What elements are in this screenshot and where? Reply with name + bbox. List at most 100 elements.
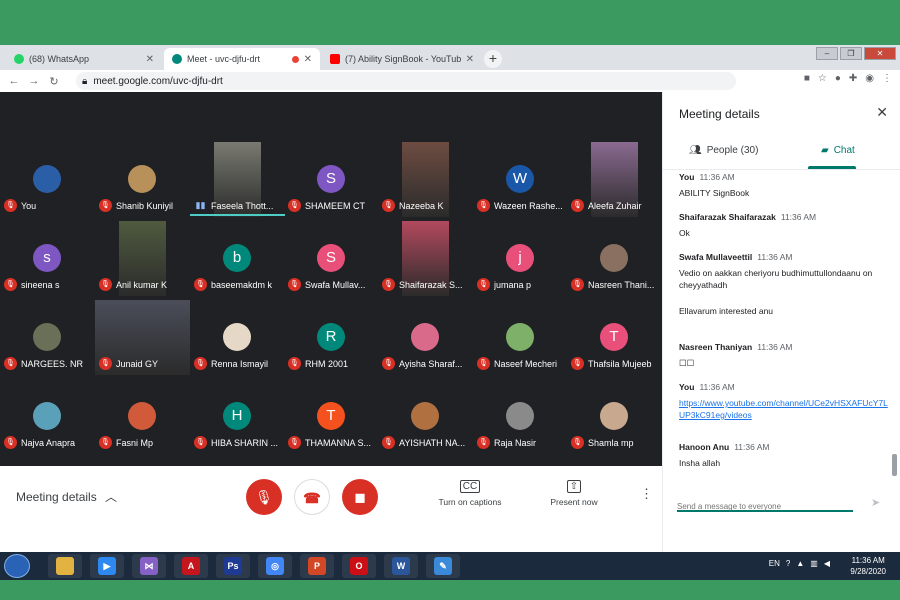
start-button[interactable] [4, 554, 30, 578]
minimize-button[interactable]: – [816, 47, 838, 60]
taskbar-powerpoint-button[interactable]: P [300, 554, 334, 578]
participant-nametag: 🎙︎ Aleefa Zuhair [571, 199, 663, 212]
mic-muted-icon: 🎙︎ [194, 436, 207, 449]
menu-icon[interactable]: ⋮ [882, 73, 892, 84]
hang-up-button[interactable]: ☎ [294, 479, 330, 515]
participant-tile[interactable]: 🎙︎ Renna Ismayil [190, 297, 285, 375]
youtube-icon [330, 54, 340, 64]
close-icon[interactable]: ✕ [466, 54, 474, 65]
participant-tile[interactable]: T 🎙︎ THAMANNA S... [284, 376, 379, 454]
new-tab-button[interactable]: + [484, 50, 502, 68]
taskbar-paint-button[interactable]: ✎ [426, 554, 460, 578]
language-indicator[interactable]: EN [769, 559, 780, 568]
tab-meet[interactable]: Meet - uvc-djfu-drt ✕ [164, 48, 320, 70]
taskbar-acrobat-button[interactable]: A [174, 554, 208, 578]
participant-tile[interactable]: 🎙︎ Fasni Mp [95, 376, 190, 454]
window-close-button[interactable]: ✕ [864, 47, 896, 60]
participant-nametag: 🎙︎ SHAMEEM CT [288, 199, 380, 212]
close-icon[interactable]: ✕ [304, 54, 312, 65]
taskbar-visual-studio-button[interactable]: ⋈ [132, 554, 166, 578]
star-icon[interactable]: ☆ [818, 73, 827, 84]
meeting-details-button[interactable]: Meeting details [16, 490, 97, 504]
more-options-icon[interactable]: ⋮ [640, 486, 653, 502]
participant-tile[interactable]: 🎙︎ Ayisha Sharaf... [378, 297, 473, 375]
mic-off-button[interactable]: 🎙︎ [246, 479, 282, 515]
participant-tile[interactable]: H 🎙︎ HIBA SHARIN ... [190, 376, 285, 454]
chat-messages[interactable]: You 11:36 AM ABILITY SignBook Shaifarazak S… [679, 170, 891, 494]
participant-avatar: j [506, 244, 534, 272]
mic-muted-icon: 🎙︎ [288, 357, 301, 370]
close-icon[interactable]: ✕ [876, 104, 888, 121]
back-icon[interactable]: ← [4, 75, 24, 87]
participant-tile[interactable]: 🎙︎ NARGEES. NR [0, 297, 95, 375]
taskbar-word-button[interactable]: W [384, 554, 418, 578]
send-icon[interactable]: ➤ [871, 496, 880, 509]
participant-tile[interactable]: T 🎙︎ Thafsila Mujeeb [567, 297, 662, 375]
mic-muted-icon: 🎙︎ [477, 436, 490, 449]
help-icon[interactable]: ? [786, 559, 790, 568]
participant-tile[interactable]: 🎙︎ Shaifarazak S... [378, 218, 473, 296]
scrollbar[interactable] [892, 454, 897, 476]
participant-tile[interactable]: b 🎙︎ baseemakdm k [190, 218, 285, 296]
participant-tile[interactable]: S 🎙︎ Swafa Mullav... [284, 218, 379, 296]
participant-tile[interactable]: 🎙︎ Naseef Mecheri [473, 297, 568, 375]
participant-tile[interactable]: 🎙︎ Nasreen Thani... [567, 218, 662, 296]
participant-tile[interactable]: R 🎙︎ RHM 2001 [284, 297, 379, 375]
participant-tile[interactable]: s 🎙︎ sineena s [0, 218, 95, 296]
participant-tile[interactable]: j 🎙︎ jumana p [473, 218, 568, 296]
speaking-indicator [190, 214, 285, 216]
participant-tile[interactable]: 🎙︎ Junaid GY [95, 297, 190, 375]
forward-icon[interactable]: → [24, 75, 44, 87]
reload-icon[interactable]: ↻ [44, 75, 64, 88]
participant-tile[interactable]: 🎙︎ Najva Anapra [0, 376, 95, 454]
participant-tile[interactable]: 🎙︎ Nazeeba K [378, 139, 473, 217]
mic-muted-icon: 🎙︎ [99, 278, 112, 291]
participant-tile[interactable]: 🎙︎ Shamla mp [567, 376, 662, 454]
volume-icon[interactable]: ◀ [824, 559, 830, 568]
network-icon[interactable]: ▥ [810, 559, 818, 568]
tab-people[interactable]: 👥︎ People (30) [689, 145, 758, 156]
taskbar-explorer-button[interactable] [48, 554, 82, 578]
chat-input[interactable] [677, 502, 853, 511]
chat-link[interactable]: https://www.youtube.com/channel/UCe2vHSX… [679, 397, 891, 421]
close-icon[interactable]: ✕ [146, 54, 154, 65]
clock[interactable]: 11:36 AM 9/28/2020 [850, 555, 886, 577]
extension-icon[interactable]: ● [835, 73, 841, 84]
tab-youtube[interactable]: (7) Ability SignBook - YouTube ✕ [322, 48, 482, 70]
tab-chat[interactable]: ▰ Chat [821, 145, 855, 156]
camera-off-button[interactable]: ◼ [342, 479, 378, 515]
camera-icon[interactable]: ■ [804, 73, 810, 84]
taskbar-opera-button[interactable]: O [342, 554, 376, 578]
participant-avatar: b [223, 244, 251, 272]
participant-tile[interactable]: 🎙︎ Raja Nasir [473, 376, 568, 454]
participant-tile[interactable]: 🎙︎ Anil kumar K [95, 218, 190, 296]
participant-tile[interactable]: S 🎙︎ SHAMEEM CT [284, 139, 379, 217]
participant-tile[interactable]: ▮▮ Faseela Thott... [190, 139, 285, 217]
participant-tile[interactable]: 🎙︎ Shanib Kuniyil [95, 139, 190, 217]
taskbar-chrome-button[interactable]: ◎ [258, 554, 292, 578]
captions-button[interactable]: CC Turn on captions [432, 480, 508, 507]
taskbar-photoshop-button[interactable]: Ps [216, 554, 250, 578]
profile-icon[interactable]: ◉ [865, 73, 874, 84]
video-grid: 🎙︎ You 🎙︎ Shanib Kuniyil ▮▮ Faseela Thott... S… [0, 92, 662, 466]
mic-muted-icon: 🎙︎ [4, 278, 17, 291]
tray-arrow-icon[interactable]: ▲ [796, 559, 804, 568]
chat-message: You 11:36 AM https://www.youtube.com/chann… [679, 382, 891, 421]
participant-name: Nazeeba K [399, 200, 444, 211]
present-button[interactable]: ⇧ Present now [542, 480, 606, 507]
tab-whatsapp[interactable]: (68) WhatsApp ✕ [6, 48, 162, 70]
taskbar-media-player-button[interactable]: ▶ [90, 554, 124, 578]
puzzle-icon[interactable]: ✚ [849, 73, 857, 84]
chevron-up-icon[interactable]: ︿ [105, 488, 117, 505]
participant-nametag: 🎙︎ Nasreen Thani... [571, 278, 663, 291]
maximize-button[interactable]: ❐ [840, 47, 862, 60]
participant-tile[interactable]: W 🎙︎ Wazeen Rashe... [473, 139, 568, 217]
participant-tile[interactable]: 🎙︎ Aleefa Zuhair [567, 139, 662, 217]
url-field[interactable]: 🔒︎ meet.google.com/uvc-djfu-drt [76, 72, 736, 90]
chat-text: Ellavarum interested anu [679, 306, 774, 316]
mic-muted-icon: 🎙︎ [99, 436, 112, 449]
captions-icon: CC [459, 480, 481, 493]
chat-sender: Hanoon Anu [679, 442, 730, 452]
participant-tile[interactable]: 🎙︎ AYISHATH NA... [378, 376, 473, 454]
participant-tile[interactable]: 🎙︎ You [0, 139, 95, 217]
